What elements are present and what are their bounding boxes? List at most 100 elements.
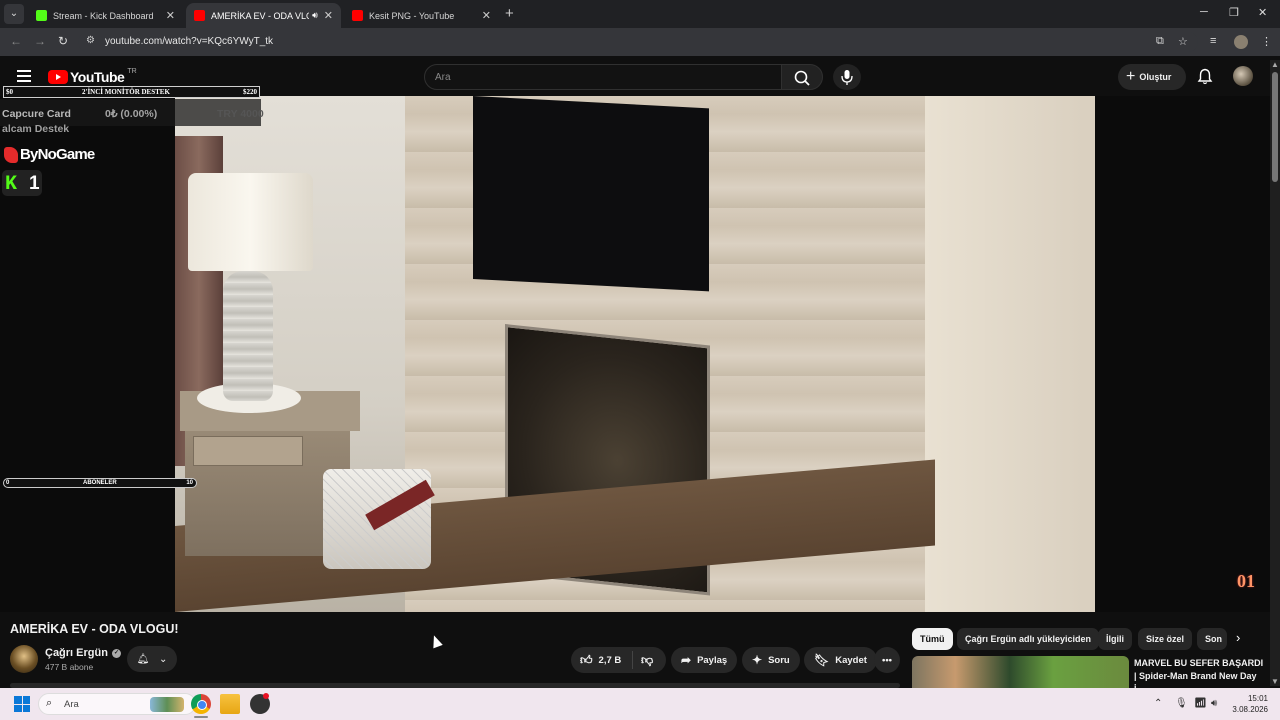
media-controls-icon[interactable]: ≡ <box>1210 35 1216 47</box>
account-avatar[interactable] <box>1233 66 1253 86</box>
microphone-icon <box>841 70 853 85</box>
search-button[interactable] <box>781 64 823 90</box>
address-bar[interactable]: ⚙ youtube.com/watch?v=KQc6YWyT_tk <box>78 32 1198 52</box>
profile-icon[interactable] <box>1234 35 1248 49</box>
browser-tabstrip: ⌄ Stream - Kick Dashboard ✕ AMERİKA EV -… <box>0 0 1280 28</box>
close-tab-icon[interactable]: ✕ <box>324 9 333 22</box>
scroll-up-icon[interactable]: ▲ <box>1271 60 1279 69</box>
chip-related[interactable]: İlgili <box>1098 628 1132 650</box>
create-label: Oluştur <box>1139 72 1172 82</box>
minimize-icon[interactable]: ─ <box>1200 6 1208 18</box>
chrome-icon[interactable] <box>191 694 211 714</box>
tray-chevron-up-icon[interactable]: ⌃ <box>1154 698 1162 709</box>
tab-title: Kesit PNG - YouTube <box>369 10 455 21</box>
goal-target: $220 <box>243 88 257 96</box>
channel-name-text[interactable]: Çağrı Ergün <box>45 647 108 659</box>
video-player[interactable]: 01 <box>0 96 1280 612</box>
clock-date: 3.08.2026 <box>1232 705 1268 714</box>
channel-watermark[interactable]: 01 <box>1237 571 1255 592</box>
bynogame-icon <box>4 146 18 163</box>
search-icon: ⌕ <box>46 697 53 709</box>
subscriber-count: 477 B abone <box>45 662 94 672</box>
tab-search-button[interactable]: ⌄ <box>4 4 24 24</box>
channel-avatar[interactable] <box>10 645 38 673</box>
chip-from-uploader[interactable]: Çağrı Ergün adlı yükleyiciden <box>957 628 1100 650</box>
ask-button[interactable]: ✦ Soru <box>742 647 800 673</box>
video-scene-pillar <box>925 96 1095 612</box>
create-button[interactable]: + Oluştur <box>1118 64 1186 90</box>
new-tab-button[interactable]: + <box>505 5 514 22</box>
recommendation-thumbnail[interactable] <box>912 656 1129 688</box>
thumbs-up-icon: 👍︎ <box>580 652 593 667</box>
video-scene-lamp-base <box>223 271 273 401</box>
verified-check-icon: ✓ <box>111 648 121 658</box>
abone-target: 10 <box>186 480 193 486</box>
chip-for-you[interactable]: Size özel <box>1138 628 1193 650</box>
video-scene-drawer <box>193 436 303 466</box>
volume-icon[interactable]: 🔊︎ <box>1211 698 1217 709</box>
tab-kick-dashboard[interactable]: Stream - Kick Dashboard ✕ <box>28 3 183 28</box>
share-button[interactable]: ➦ Paylaş <box>671 647 738 673</box>
system-clock[interactable]: 15:01 3.08.2026 <box>1228 693 1268 715</box>
kick-count: 1 <box>29 173 40 194</box>
sparkle-icon: ✦ <box>752 653 763 667</box>
taskbar-search[interactable]: ⌕ Ara <box>38 693 196 715</box>
chevron-down-icon: ⌄ <box>158 653 168 665</box>
restore-icon[interactable]: ❐ <box>1229 6 1239 19</box>
close-tab-icon[interactable]: ✕ <box>166 9 175 22</box>
tray-microphone-icon[interactable]: 🎙︎ <box>1175 698 1188 709</box>
hamburger-menu-icon[interactable] <box>17 70 31 82</box>
search-highlight-image <box>150 697 184 712</box>
save-button[interactable]: 🔖︎ Kaydet <box>804 647 877 673</box>
audio-playing-icon[interactable]: 🔊︎ <box>312 10 318 21</box>
more-actions-button[interactable]: ••• <box>874 647 900 673</box>
wifi-icon[interactable]: 📶︎ <box>1194 698 1207 709</box>
scroll-down-icon[interactable]: ▼ <box>1271 677 1279 686</box>
sponsor-logo: ByNoGame <box>4 146 95 163</box>
share-label: Paylaş <box>697 654 728 666</box>
goal-current: $0 <box>6 88 13 96</box>
youtube-logo[interactable]: YouTube TR <box>48 68 137 85</box>
page-scrollbar[interactable]: ▲ ▼ <box>1270 60 1280 686</box>
site-info-icon[interactable]: ⚙ <box>86 35 95 46</box>
install-app-icon[interactable]: ⧉ <box>1156 35 1164 48</box>
scrollbar-thumb[interactable] <box>1272 72 1278 182</box>
youtube-play-icon <box>48 70 68 84</box>
notifications-button[interactable] <box>1197 68 1213 90</box>
back-icon[interactable]: ← <box>10 34 22 48</box>
file-explorer-icon[interactable] <box>220 694 240 714</box>
close-tab-icon[interactable]: ✕ <box>482 9 491 22</box>
menu-kebab-icon[interactable]: ⋮ <box>1261 35 1272 48</box>
game-app-icon[interactable] <box>250 693 270 714</box>
channel-name[interactable]: Çağrı Ergün ✓ <box>45 647 121 659</box>
tab-kesit-png[interactable]: Kesit PNG - YouTube ✕ <box>344 3 499 28</box>
donation-goal-bar: $0 2'İNCİ MONİTÖR DESTEK $220 <box>3 86 260 98</box>
chip-recent[interactable]: Son <box>1197 628 1227 650</box>
bookmark-star-icon[interactable]: ☆ <box>1178 35 1188 48</box>
forward-icon[interactable]: → <box>34 34 46 48</box>
tab-amerika-ev[interactable]: AMERİKA EV - ODA VLOGU 🔊︎ ✕ <box>186 3 341 28</box>
kick-icon: K <box>5 173 18 196</box>
search-input[interactable]: Ara <box>424 64 782 90</box>
save-label: Kaydet <box>835 654 867 666</box>
reload-icon[interactable]: ↻ <box>58 34 68 48</box>
chevron-right-icon[interactable]: › <box>1236 630 1240 645</box>
tab-title: Stream - Kick Dashboard <box>53 10 154 21</box>
url-text[interactable]: youtube.com/watch?v=KQc6YWyT_tk <box>105 36 273 47</box>
voice-search-button[interactable] <box>833 64 861 90</box>
capture-card-amount: 0₺ (0.00%) <box>105 108 158 120</box>
dislike-button[interactable]: 👎︎ <box>633 653 653 668</box>
chip-all[interactable]: Tümü <box>912 628 953 650</box>
recommendation-title[interactable]: MARVEL BU SEFER BAŞARDI | Spider-Man Bra… <box>1134 657 1268 688</box>
clock-time: 15:01 <box>1247 694 1268 703</box>
active-app-indicator <box>194 716 208 718</box>
subscription-bell-button[interactable]: 🔔︎ ⌄ <box>127 646 177 672</box>
search-icon <box>794 70 810 86</box>
tab-title: AMERİKA EV - ODA VLOGU <box>211 10 309 21</box>
windows-start-icon[interactable] <box>14 696 30 712</box>
sponsor-name: ByNoGame <box>20 146 95 163</box>
like-button[interactable]: 👍︎ 2,7 B <box>571 651 633 669</box>
subscriber-goal-bar: 0 ABONELER 10 <box>3 478 197 488</box>
video-frame[interactable] <box>175 96 1095 612</box>
close-window-icon[interactable]: ✕ <box>1258 6 1267 19</box>
